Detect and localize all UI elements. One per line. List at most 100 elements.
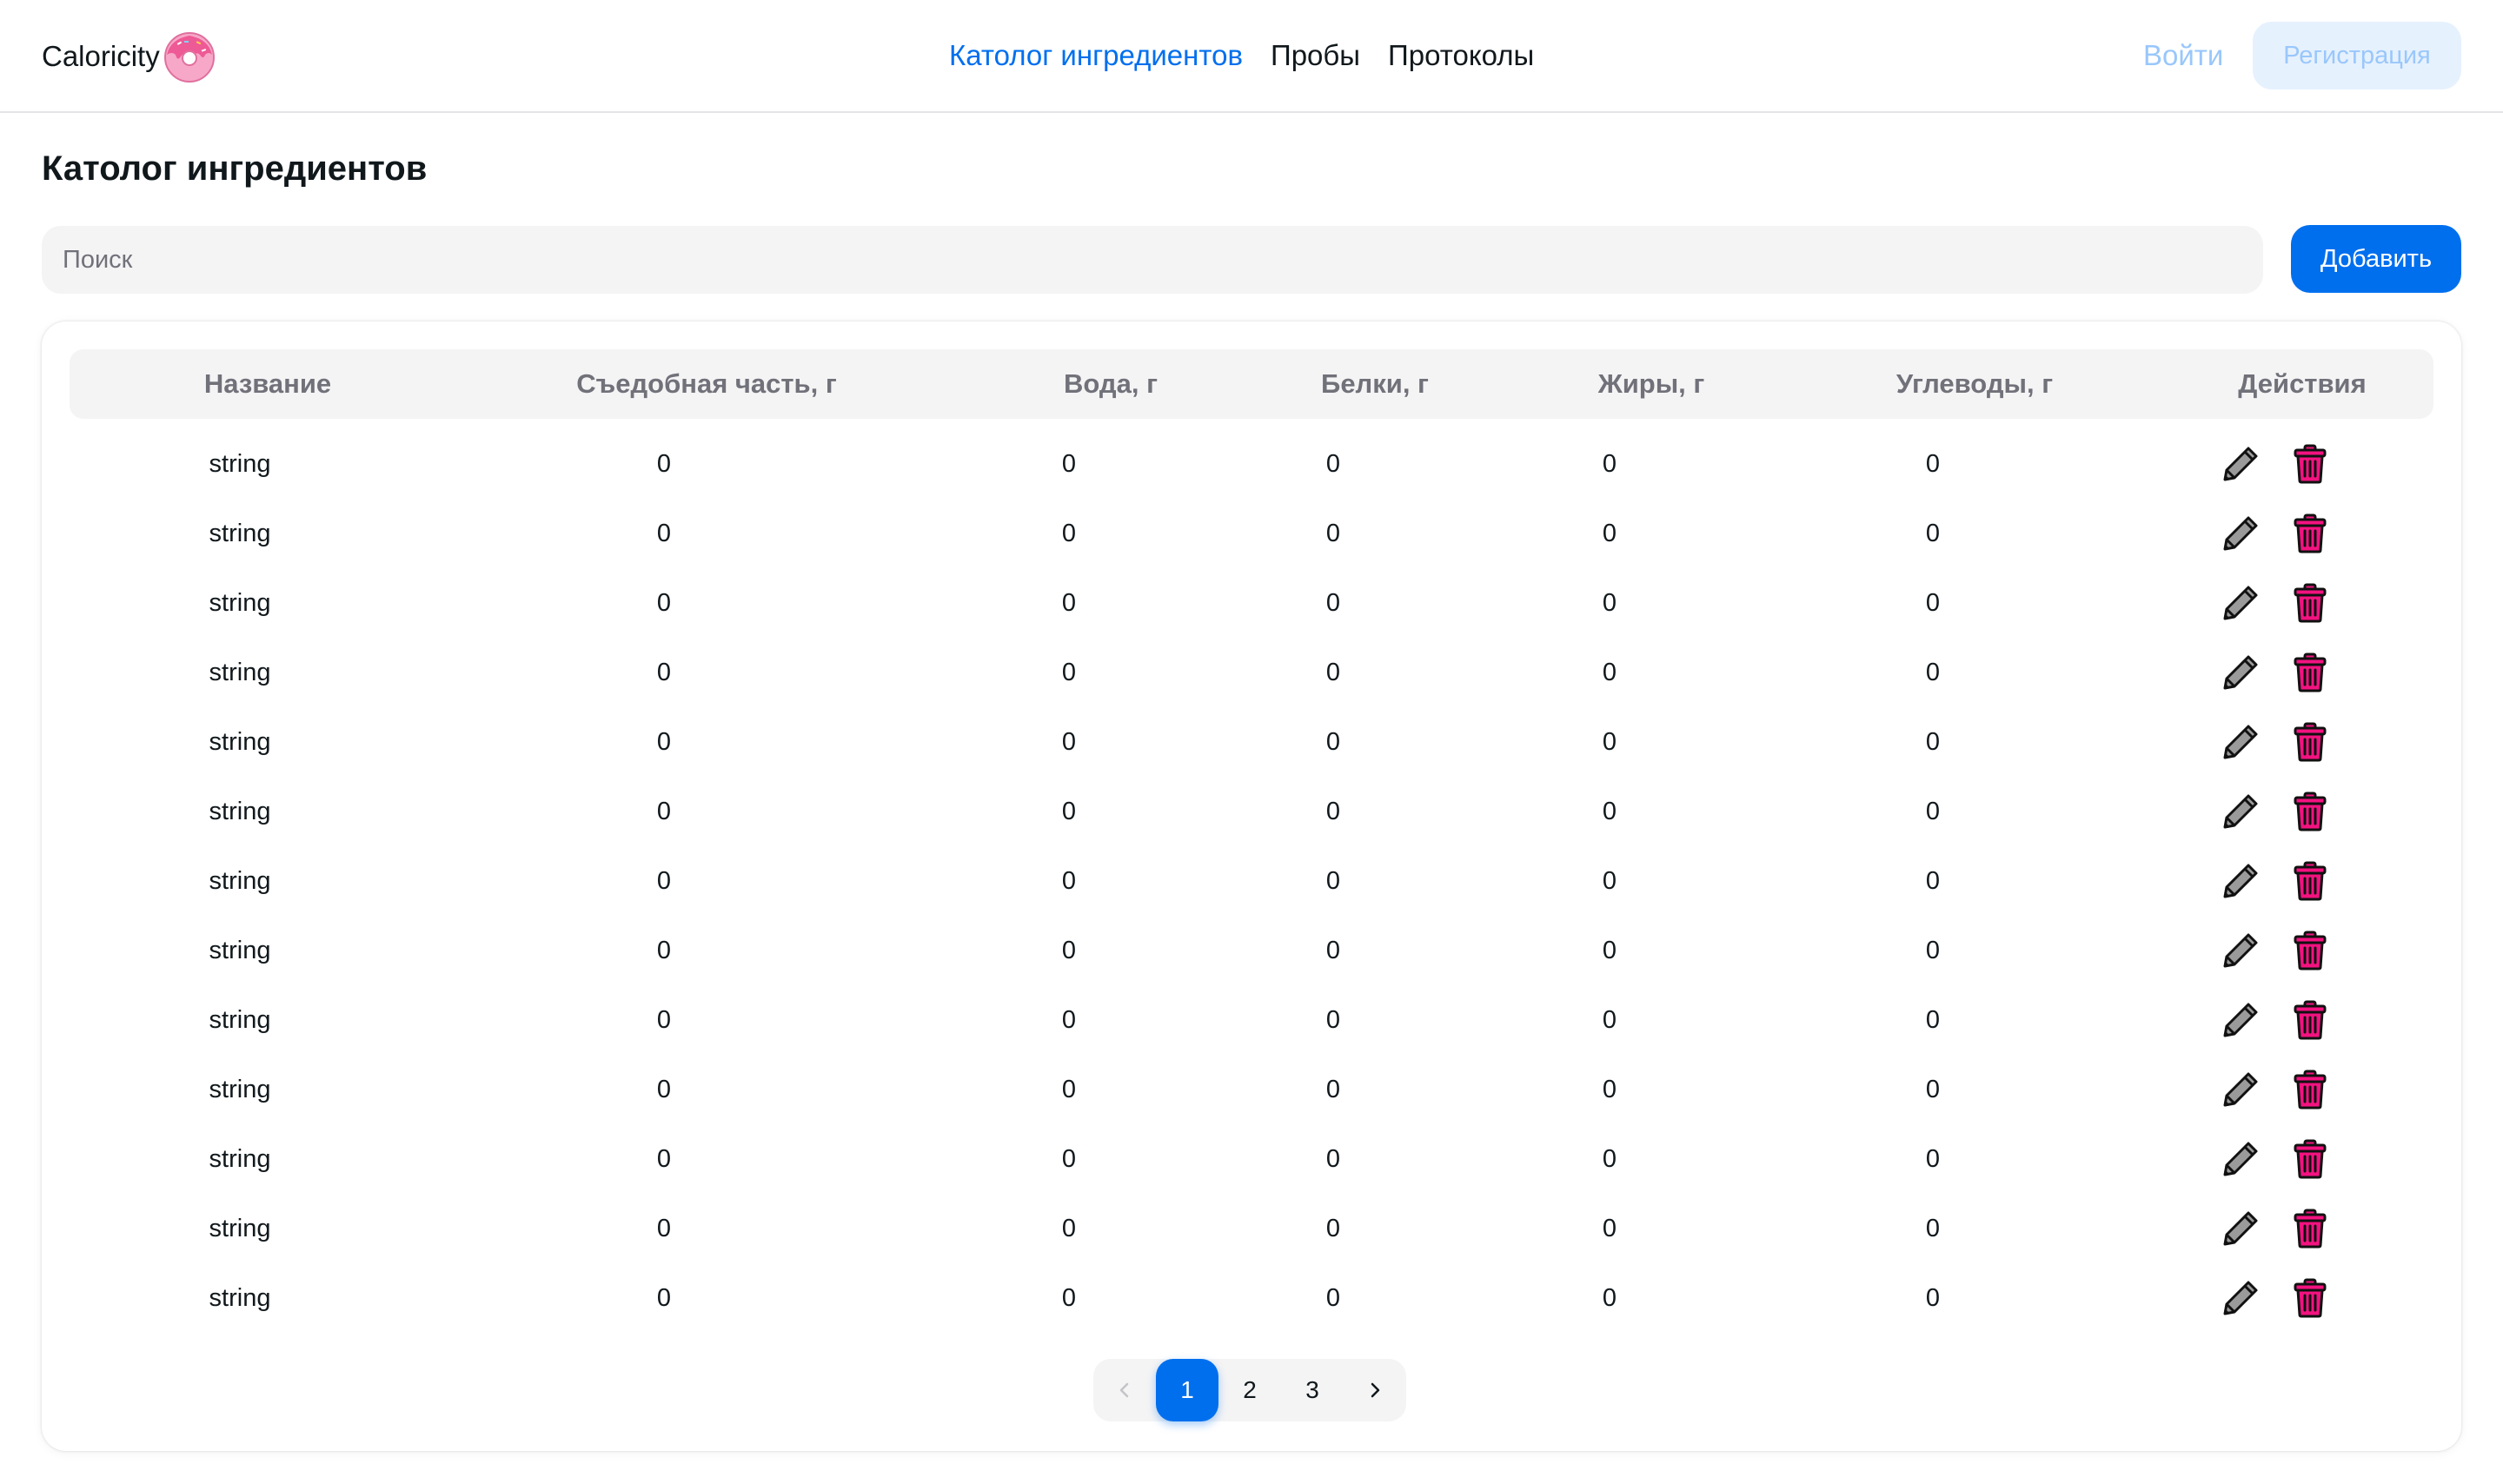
top-navbar: Caloricity Католог ингредиентов Пробы Пр… [0,0,2503,113]
cell-fats: 0 [1602,937,1617,964]
cell-name: string [209,659,271,686]
pencil-icon[interactable] [2220,582,2261,624]
nav-ingredients-catalog[interactable]: Католог ингредиентов [949,35,1243,76]
trash-icon[interactable] [2289,999,2331,1041]
cell-edible-part: 0 [656,659,672,686]
column-header-water[interactable]: Вода, г [1064,349,1158,419]
cell-proteins: 0 [1325,450,1341,478]
table-row: string 0 0 0 0 0 [42,1055,2461,1124]
pencil-icon[interactable] [2220,930,2261,971]
cell-carbohydrates: 0 [1925,1215,1941,1242]
ingredients-table-card: Название Съедобная часть, г Вода, г Белк… [42,321,2461,1451]
page-button-1[interactable]: 1 [1156,1359,1218,1421]
cell-fats: 0 [1602,1284,1617,1312]
cell-proteins: 0 [1325,1284,1341,1312]
cell-proteins: 0 [1325,1076,1341,1103]
pagination: 1 2 3 [1093,1359,1406,1421]
cell-fats: 0 [1602,1006,1617,1034]
pencil-icon[interactable] [2220,513,2261,554]
cell-proteins: 0 [1325,867,1341,895]
column-header-name[interactable]: Название [204,349,331,419]
trash-icon[interactable] [2289,1069,2331,1110]
chevron-right-icon[interactable] [1344,1359,1406,1421]
cell-fats: 0 [1602,728,1617,756]
main-nav: Католог ингредиентов Пробы Протоколы [949,35,1534,76]
cell-fats: 0 [1602,520,1617,547]
cell-proteins: 0 [1325,1006,1341,1034]
cell-name: string [209,1006,271,1034]
cell-fats: 0 [1602,450,1617,478]
trash-icon[interactable] [2289,1277,2331,1319]
chevron-left-icon[interactable] [1093,1359,1156,1421]
brand[interactable]: Caloricity [42,26,217,87]
table-row: string 0 0 0 0 0 [42,429,2461,499]
cell-edible-part: 0 [656,937,672,964]
cell-water: 0 [1061,589,1077,617]
cell-fats: 0 [1602,798,1617,825]
trash-icon[interactable] [2289,791,2331,832]
cell-edible-part: 0 [656,867,672,895]
cell-carbohydrates: 0 [1925,1006,1941,1034]
nav-samples[interactable]: Пробы [1271,35,1360,76]
trash-icon[interactable] [2289,860,2331,902]
table-header: Название Съедобная часть, г Вода, г Белк… [70,349,2433,419]
pencil-icon[interactable] [2220,721,2261,763]
cell-edible-part: 0 [656,1076,672,1103]
donut-logo-icon [163,32,215,83]
pencil-icon[interactable] [2220,1138,2261,1180]
pencil-icon[interactable] [2220,443,2261,485]
trash-icon[interactable] [2289,652,2331,693]
cell-carbohydrates: 0 [1925,450,1941,478]
cell-edible-part: 0 [656,1006,672,1034]
column-header-carbohydrates[interactable]: Углеводы, г [1896,349,2053,419]
cell-carbohydrates: 0 [1925,659,1941,686]
nav-protocols[interactable]: Протоколы [1388,35,1534,76]
pencil-icon[interactable] [2220,860,2261,902]
cell-water: 0 [1061,1006,1077,1034]
pencil-icon[interactable] [2220,652,2261,693]
cell-carbohydrates: 0 [1925,1145,1941,1173]
column-header-edible-part[interactable]: Съедобная часть, г [576,349,837,419]
cell-water: 0 [1061,937,1077,964]
cell-name: string [209,798,271,825]
search-input[interactable] [42,226,2263,294]
trash-icon[interactable] [2289,1208,2331,1249]
cell-carbohydrates: 0 [1925,1076,1941,1103]
cell-edible-part: 0 [656,589,672,617]
add-button[interactable]: Добавить [2291,225,2461,293]
table-row: string 0 0 0 0 0 [42,707,2461,777]
pencil-icon[interactable] [2220,1208,2261,1249]
cell-water: 0 [1061,450,1077,478]
table-row: string 0 0 0 0 0 [42,777,2461,846]
cell-carbohydrates: 0 [1925,937,1941,964]
cell-water: 0 [1061,1076,1077,1103]
cell-proteins: 0 [1325,659,1341,686]
pencil-icon[interactable] [2220,1069,2261,1110]
page-button-2[interactable]: 2 [1218,1359,1281,1421]
cell-proteins: 0 [1325,520,1341,547]
column-header-fats[interactable]: Жиры, г [1598,349,1705,419]
trash-icon[interactable] [2289,443,2331,485]
cell-proteins: 0 [1325,1215,1341,1242]
trash-icon[interactable] [2289,930,2331,971]
pencil-icon[interactable] [2220,999,2261,1041]
column-header-proteins[interactable]: Белки, г [1321,349,1429,419]
cell-water: 0 [1061,867,1077,895]
cell-fats: 0 [1602,1076,1617,1103]
login-link[interactable]: Войти [2143,35,2223,76]
trash-icon[interactable] [2289,582,2331,624]
cell-water: 0 [1061,659,1077,686]
table-row: string 0 0 0 0 0 [42,1194,2461,1263]
page-button-3[interactable]: 3 [1281,1359,1344,1421]
table-row: string 0 0 0 0 0 [42,846,2461,916]
pencil-icon[interactable] [2220,1277,2261,1319]
cell-water: 0 [1061,1215,1077,1242]
cell-name: string [209,937,271,964]
trash-icon[interactable] [2289,513,2331,554]
pencil-icon[interactable] [2220,791,2261,832]
brand-name: Caloricity [42,40,160,72]
trash-icon[interactable] [2289,721,2331,763]
trash-icon[interactable] [2289,1138,2331,1180]
register-button[interactable]: Регистрация [2253,22,2461,89]
cell-edible-part: 0 [656,1145,672,1173]
